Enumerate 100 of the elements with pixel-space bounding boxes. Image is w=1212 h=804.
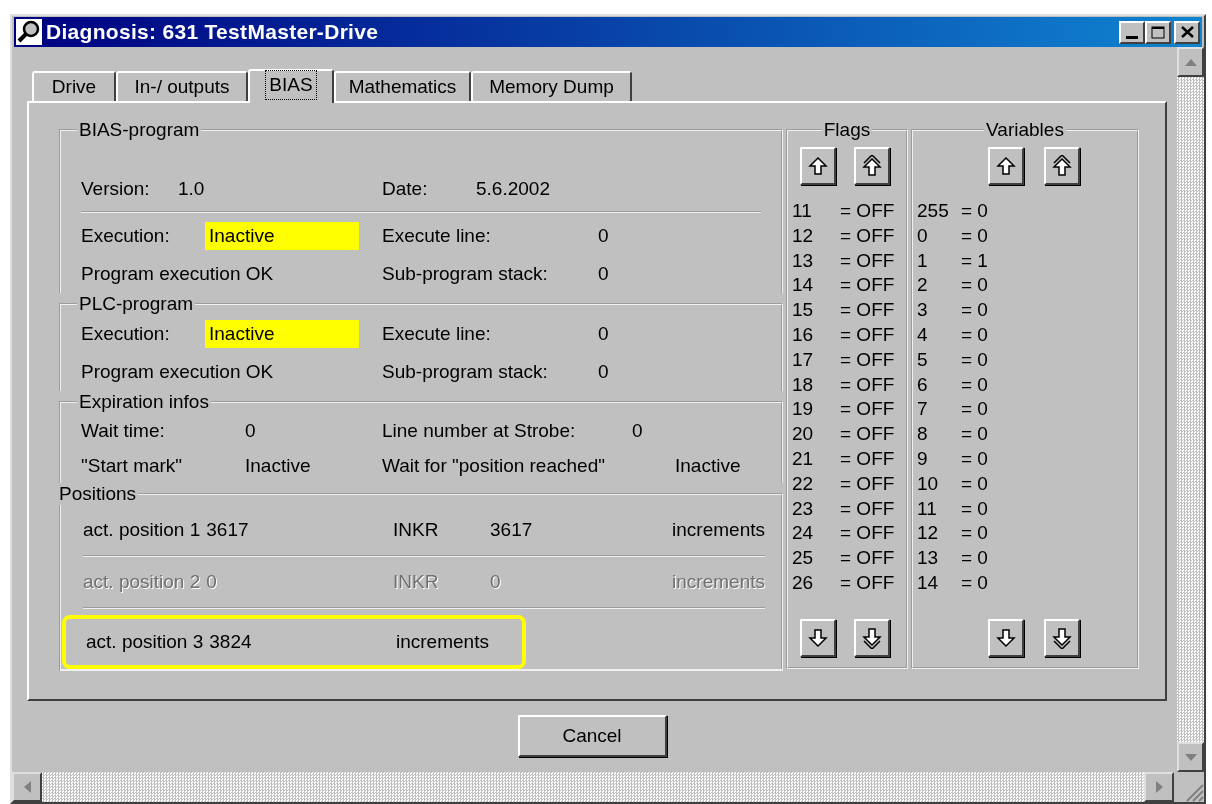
magnifier-icon (16, 19, 42, 45)
maximize-button[interactable] (1145, 20, 1171, 44)
close-button[interactable] (1174, 20, 1200, 44)
down-arrow-icon (996, 627, 1016, 649)
item-value: = OFF (840, 496, 895, 521)
up-arrow-icon (808, 155, 828, 177)
scroll-left-button[interactable] (12, 772, 42, 802)
position-name: act. position 1 (83, 517, 201, 542)
item-number: 14 (792, 273, 815, 298)
item-number: 25 (792, 546, 815, 571)
item-number: 13 (792, 248, 815, 273)
item-value: = OFF (840, 471, 895, 496)
status-value: Inactive (205, 222, 359, 250)
field-value: Inactive (245, 453, 312, 478)
field-label: Execute line: (382, 223, 492, 248)
item-value: = 0 (961, 199, 988, 223)
item-value: = OFF (840, 546, 895, 571)
tab[interactable]: Drive (32, 71, 116, 101)
down-triangle-icon (1184, 753, 1197, 761)
item-value: = 1 (961, 248, 988, 273)
up-arrow-icon (996, 155, 1016, 177)
section-title: BIAS-program (78, 119, 201, 141)
section-title: Flags (822, 119, 872, 141)
item-value: = OFF (840, 248, 895, 273)
item-number: 23 (792, 496, 815, 521)
field-value: 0 (598, 261, 609, 286)
field-label: Line number at Strobe: (382, 418, 577, 443)
item-value: = 0 (961, 446, 988, 471)
position-value: 0 (206, 569, 217, 594)
item-value: = OFF (840, 372, 895, 397)
tab[interactable]: Memory Dump (471, 71, 632, 101)
item-value: = 0 (961, 546, 988, 571)
item-number: 11 (917, 496, 938, 521)
inkr-label: INKR (393, 569, 440, 594)
item-number: 0 (917, 223, 929, 248)
section-title: Positions (58, 483, 138, 505)
item-number: 6 (917, 372, 929, 397)
field-value: 0 (598, 223, 609, 248)
item-value: = 0 (961, 347, 988, 372)
item-number: 8 (917, 422, 929, 447)
horizontal-scrollbar[interactable] (12, 772, 1174, 802)
field-value: 0 (598, 359, 609, 384)
item-value: = OFF (840, 199, 895, 223)
item-value: = OFF (840, 273, 895, 298)
position-value: 3824 (209, 629, 252, 654)
unit-label: increments (672, 517, 765, 542)
item-number: 7 (917, 397, 929, 422)
vertical-scrollbar[interactable] (1177, 47, 1204, 772)
item-value: = 0 (961, 298, 988, 323)
item-number: 11 (792, 199, 813, 223)
down-arrow-icon (808, 627, 828, 649)
item-number: 26 (792, 570, 815, 595)
item-value: = OFF (840, 223, 895, 248)
inkr-label: INKR (393, 517, 440, 542)
tab[interactable]: BIAS (248, 69, 334, 103)
double-up-arrow-icon (1052, 155, 1072, 177)
close-icon (1180, 26, 1194, 38)
item-number: 17 (792, 347, 815, 372)
item-value: = OFF (840, 298, 895, 323)
double-down-arrow-icon (862, 627, 882, 649)
item-number: 12 (917, 521, 940, 546)
item-number: 3 (917, 298, 929, 323)
item-value: = 0 (961, 422, 988, 447)
double-down-arrow-icon (1052, 627, 1072, 649)
item-value: = 0 (961, 223, 988, 248)
field-value: 0 (598, 321, 609, 346)
page-down-button[interactable] (854, 619, 890, 657)
section-title: Variables (985, 119, 1065, 141)
item-value: = 0 (961, 397, 988, 422)
minimize-button[interactable] (1119, 20, 1145, 44)
item-number: 5 (917, 347, 929, 372)
scroll-right-button[interactable] (1144, 772, 1174, 802)
field-label: Execute line: (382, 321, 492, 346)
position-value: 3617 (206, 517, 249, 542)
item-number: 4 (917, 323, 929, 347)
item-number: 255 (917, 199, 950, 223)
item-value: = OFF (840, 347, 895, 372)
field-label: Execution: (81, 321, 171, 346)
page-up-button[interactable] (854, 147, 890, 185)
item-number: 14 (917, 570, 940, 595)
cancel-button[interactable]: Cancel (517, 715, 667, 757)
scroll-up-button[interactable] (1177, 47, 1204, 77)
page-up-button[interactable] (1044, 147, 1080, 185)
item-number: 13 (917, 546, 940, 571)
field-label: Date: (382, 176, 429, 201)
item-number: 24 (792, 521, 815, 546)
item-number: 15 (792, 298, 815, 323)
field-label: Sub-program stack: (382, 261, 549, 286)
unit-label: increments (672, 569, 765, 594)
scroll-down-button[interactable] (1177, 742, 1204, 772)
field-label: Sub-program stack: (382, 359, 549, 384)
inkr-value: 3617 (490, 517, 534, 542)
field-value: Inactive (675, 453, 741, 478)
field-value: 0 (632, 418, 643, 443)
tab[interactable]: Mathematics (334, 71, 471, 101)
page-down-button[interactable] (1044, 619, 1080, 657)
item-number: 9 (917, 446, 929, 471)
field-label: Wait time: (81, 418, 166, 443)
item-number: 18 (792, 372, 815, 397)
item-value: = OFF (840, 570, 895, 595)
